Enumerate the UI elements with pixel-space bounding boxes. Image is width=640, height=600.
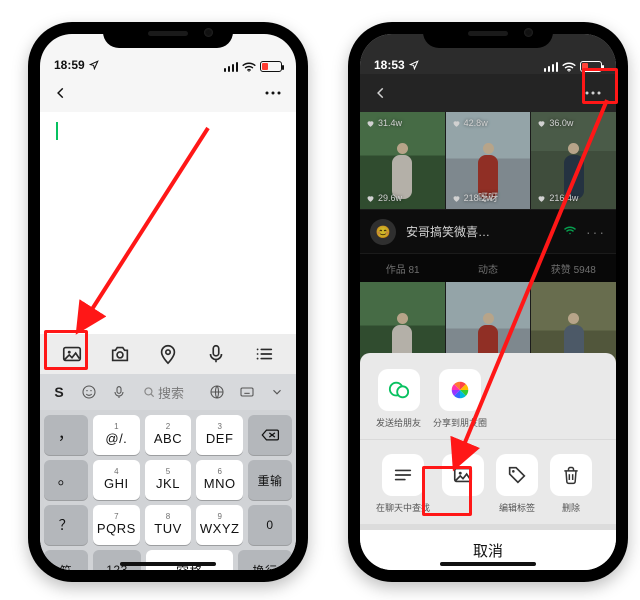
annotation-highlight-save-image — [422, 466, 472, 516]
key-return[interactable]: 换行 — [238, 550, 292, 570]
device-notch — [103, 22, 233, 48]
location-active-icon — [409, 60, 419, 70]
emoji-icon[interactable] — [76, 379, 102, 405]
key-5[interactable]: 5JKL — [145, 460, 192, 500]
key-8[interactable]: 8TUV — [145, 505, 192, 545]
sheet-edit-tags[interactable]: 编辑标签 — [496, 454, 538, 514]
sheet-send-friend[interactable]: 发送给朋友 — [376, 369, 421, 429]
key-delete[interactable] — [248, 415, 292, 455]
status-time: 18:53 — [374, 58, 405, 72]
action-sheet: 发送给朋友 — [360, 353, 616, 570]
key-retype[interactable]: 重输 — [248, 460, 292, 500]
camera-icon[interactable] — [109, 343, 131, 365]
font-size-icon — [382, 454, 424, 496]
list-icon[interactable] — [253, 343, 275, 365]
key-symbols[interactable]: 符 — [44, 550, 88, 570]
sogou-logo[interactable]: S — [46, 379, 72, 405]
cell-signal-icon — [544, 62, 559, 72]
tag-icon — [496, 454, 538, 496]
location-icon[interactable] — [157, 343, 179, 365]
wifi-icon — [562, 61, 576, 72]
more-button[interactable] — [264, 90, 282, 96]
key-period[interactable]: 。 — [44, 460, 88, 500]
sheet-delete[interactable]: 删除 — [550, 454, 592, 514]
key-1[interactable]: 1@/. — [93, 415, 140, 455]
status-time: 18:59 — [54, 58, 85, 72]
key-6[interactable]: 6MNO — [196, 460, 243, 500]
voice-input-icon[interactable] — [106, 379, 132, 405]
key-4[interactable]: 4GHI — [93, 460, 140, 500]
sheet-share-moments[interactable]: 分享到朋友圈 — [433, 369, 487, 429]
keyboard-search-input[interactable]: 搜索 — [136, 379, 200, 405]
cell-signal-icon — [224, 62, 239, 72]
microphone-icon[interactable] — [205, 343, 227, 365]
key-123[interactable]: 123 — [93, 550, 141, 570]
trash-icon — [550, 454, 592, 496]
annotation-highlight-more-button — [582, 68, 618, 104]
keyboard-accessory-bar: S 搜索 — [40, 374, 296, 410]
location-active-icon — [89, 60, 99, 70]
home-indicator[interactable] — [120, 562, 216, 566]
key-comma[interactable]: ， — [44, 415, 88, 455]
home-indicator[interactable] — [440, 562, 536, 566]
left-phone: 18:59 — [28, 22, 308, 582]
share-moments-icon — [439, 369, 481, 411]
key-space[interactable]: 空格 — [146, 550, 233, 570]
keyboard-switch-icon[interactable] — [234, 379, 260, 405]
back-button[interactable] — [54, 86, 68, 100]
key-question[interactable]: ？ — [44, 505, 88, 545]
key-7[interactable]: 7PQRS — [93, 505, 140, 545]
compose-text-area[interactable] — [40, 112, 296, 334]
battery-icon — [260, 61, 282, 72]
device-notch — [423, 22, 553, 48]
key-0[interactable]: 0 — [248, 505, 292, 545]
right-phone: 18:53 — [348, 22, 628, 582]
key-3[interactable]: 3DEF — [196, 415, 243, 455]
key-2[interactable]: 2ABC — [145, 415, 192, 455]
text-cursor — [56, 122, 58, 140]
key-9[interactable]: 9WXYZ — [196, 505, 243, 545]
keyboard: ， 1@/. 2ABC 3DEF 。 4GHI 5JKL 6MNO 重输 ？ — [40, 410, 296, 570]
collapse-keyboard-icon[interactable] — [264, 379, 290, 405]
share-friend-icon — [378, 369, 420, 411]
navbar — [40, 74, 296, 112]
annotation-highlight-image-button — [44, 330, 88, 370]
globe-icon[interactable] — [204, 379, 230, 405]
wifi-icon — [242, 61, 256, 72]
